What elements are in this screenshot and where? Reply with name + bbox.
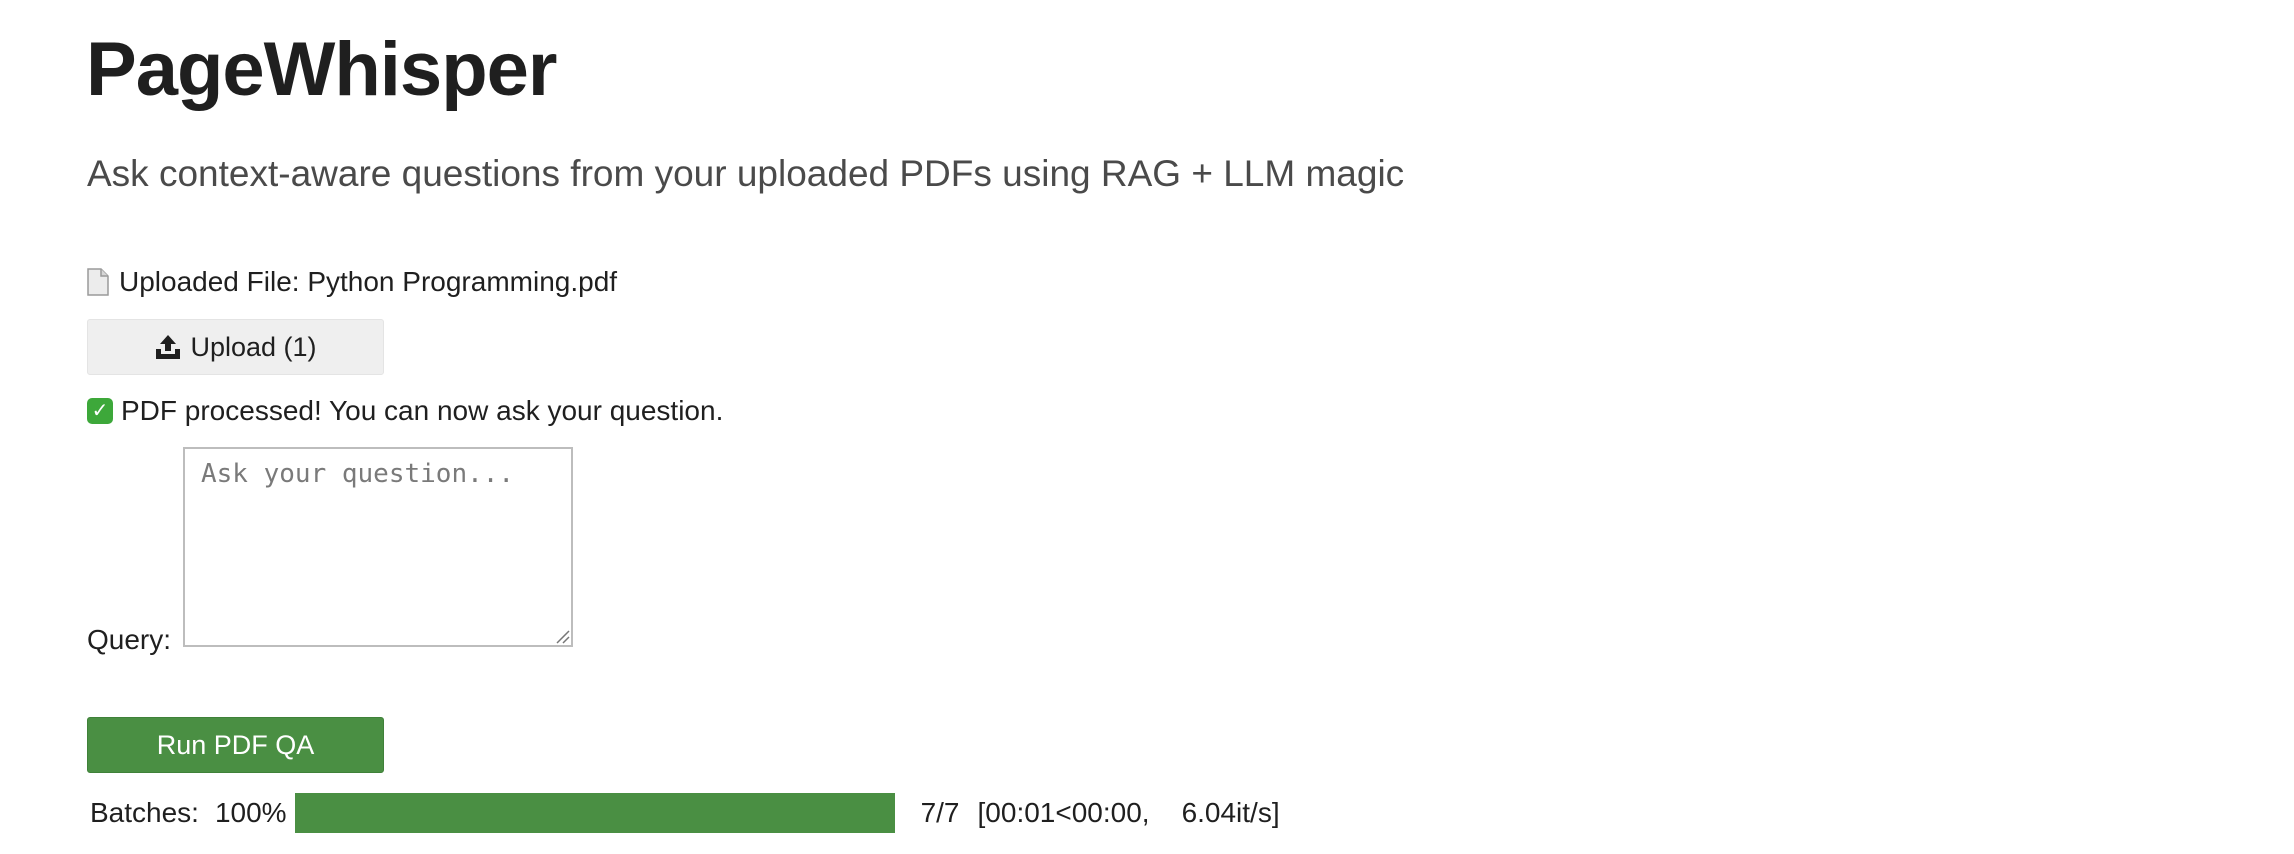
app-title: PageWhisper xyxy=(86,27,557,112)
app-subtitle: Ask context-aware questions from your up… xyxy=(87,153,1405,194)
progress-label: Batches: xyxy=(90,797,199,828)
progress-time: [00:01<00:00, xyxy=(977,797,1150,828)
resize-handle-icon[interactable] xyxy=(554,628,570,644)
progress-percent: 100% xyxy=(214,797,287,828)
run-pdf-qa-button[interactable]: Run PDF QA xyxy=(87,717,384,773)
uploaded-file-text: Uploaded File: Python Programming.pdf xyxy=(119,266,618,297)
progress-bar xyxy=(294,793,895,833)
upload-icon xyxy=(154,333,182,361)
status-message: ✓ PDF processed! You can now ask your qu… xyxy=(87,395,723,427)
progress-rate: 6.04it/s] xyxy=(1181,797,1280,828)
document-icon xyxy=(87,268,109,296)
upload-button-label: Upload (1) xyxy=(190,331,317,362)
uploaded-file-row: Uploaded File: Python Programming.pdf xyxy=(87,266,617,298)
app-page: PageWhisper Ask context-aware questions … xyxy=(0,0,2294,854)
status-text: PDF processed! You can now ask your ques… xyxy=(121,395,724,426)
progress-bar-fill xyxy=(294,793,895,833)
batches-progress: Batches: 100% 7/7 [00:01<00:00, 6.04it/s… xyxy=(90,792,1280,834)
progress-count: 7/7 xyxy=(920,797,960,828)
query-label: Query: xyxy=(87,624,172,655)
query-input[interactable] xyxy=(183,447,573,647)
upload-button[interactable]: Upload (1) xyxy=(87,319,384,375)
check-mark-icon: ✓ xyxy=(87,398,113,424)
